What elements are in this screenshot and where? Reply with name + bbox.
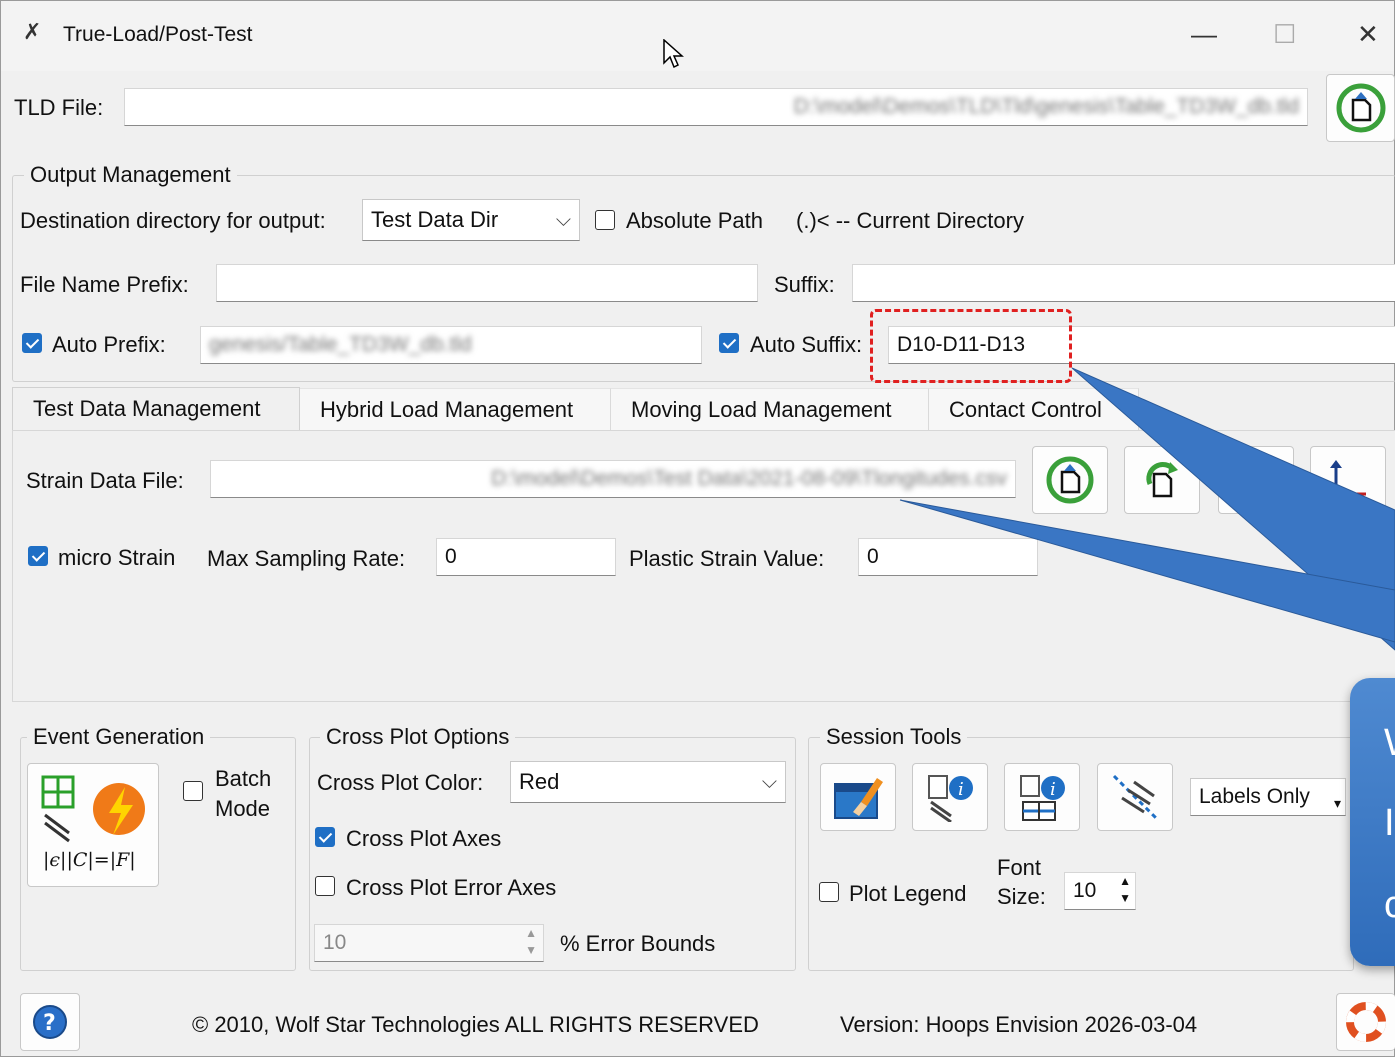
labels-dropdown[interactable]: Labels Only ▾: [1190, 778, 1346, 816]
cross-plot-color-label: Cross Plot Color:: [317, 770, 484, 795]
cross-plot-color-dropdown[interactable]: Red ⌵: [510, 761, 786, 803]
app-logo-icon: ✗: [23, 19, 42, 44]
gauge-info-icon: i: [928, 775, 973, 822]
tab-hybrid-load-management[interactable]: Hybrid Load Management: [300, 388, 611, 430]
current-directory-note: (.)< -- Current Directory: [796, 208, 1024, 233]
svg-text:?: ?: [43, 1011, 56, 1036]
mouse-cursor-icon: [663, 39, 684, 69]
auto-prefix-label: Auto Prefix:: [52, 332, 166, 357]
destination-value: Test Data Dir: [371, 207, 499, 232]
auto-prefix-checkbox[interactable]: [22, 333, 42, 353]
lifebuoy-icon: [1346, 1002, 1386, 1042]
svg-text:i: i: [1050, 779, 1056, 800]
maximize-button[interactable]: ☐: [1273, 19, 1296, 50]
help-button[interactable]: ?: [20, 993, 80, 1051]
chevron-down-icon: ⌵: [761, 771, 777, 793]
micro-strain-checkbox[interactable]: [28, 546, 48, 566]
table-info-button[interactable]: i: [1004, 763, 1080, 831]
max-sampling-rate-input[interactable]: 0: [436, 538, 616, 576]
auto-suffix-label: Auto Suffix:: [750, 332, 863, 357]
grid-lightning-icon: [41, 775, 145, 843]
error-bounds-label: % Error Bounds: [560, 931, 716, 956]
chevron-down-icon: ⌵: [555, 209, 571, 231]
clear-session-button[interactable]: [820, 763, 896, 831]
cross-plot-title: Cross Plot Options: [320, 724, 516, 750]
callout-box: W I c: [1350, 678, 1395, 966]
destination-dropdown[interactable]: Test Data Dir ⌵: [362, 199, 580, 241]
open-tld-button[interactable]: [1326, 74, 1395, 142]
font-size-value: 10: [1073, 879, 1097, 902]
minimize-button[interactable]: —: [1191, 19, 1217, 50]
error-bounds-value: 10: [323, 931, 347, 954]
title-bar: ✗ True-Load/Post-Test — ☐ ✕: [1, 1, 1394, 71]
error-bounds-spinner[interactable]: 10 ▲ ▼: [314, 924, 544, 962]
callout-letter-1: W: [1384, 722, 1395, 765]
plot-legend-label: Plot Legend: [849, 881, 967, 906]
event-generation-button[interactable]: |ϵ||C|=|F|: [27, 763, 159, 887]
help-icon: ?: [33, 1005, 67, 1039]
cross-plot-error-axes-checkbox[interactable]: [315, 876, 335, 896]
font-size-spinner[interactable]: 10 ▲ ▼: [1064, 872, 1136, 910]
dropdown-arrow-icon: ▾: [1333, 795, 1341, 811]
auto-prefix-value: genesis/Table_TD3W_db.tld: [209, 333, 472, 356]
cross-plot-axes-checkbox[interactable]: [315, 827, 335, 847]
font-label: Font: [997, 855, 1042, 880]
absolute-path-label: Absolute Path: [626, 208, 763, 233]
callout-letter-3: c: [1384, 884, 1395, 926]
auto-prefix-input[interactable]: genesis/Table_TD3W_db.tld: [200, 326, 702, 364]
formula-text: |ϵ||C|=|F|: [43, 849, 136, 871]
size-label: Size:: [997, 884, 1046, 909]
tld-file-path: D:\model\Demos\TLD\Tld\genesis\Table_TD3…: [793, 95, 1299, 118]
svg-text:i: i: [958, 779, 964, 800]
absolute-path-checkbox[interactable]: [595, 210, 615, 230]
suffix-label: Suffix:: [774, 272, 835, 297]
auto-suffix-checkbox[interactable]: [719, 333, 739, 353]
callout-arrows: [899, 367, 1395, 651]
close-button[interactable]: ✕: [1357, 19, 1379, 50]
support-button[interactable]: [1336, 993, 1395, 1051]
spinner-arrows-icon[interactable]: ▲ ▼: [525, 925, 537, 959]
gauge-info-button[interactable]: i: [912, 763, 988, 831]
micro-strain-label: micro Strain: [58, 545, 176, 570]
cross-plot-axes-label: Cross Plot Axes: [346, 826, 502, 851]
callout-letter-2: I: [1384, 802, 1395, 844]
gauge-line-icon: [1112, 774, 1158, 820]
event-generation-title: Event Generation: [27, 724, 211, 750]
tld-file-input[interactable]: D:\model\Demos\TLD\Tld\genesis\Table_TD3…: [124, 88, 1308, 126]
strain-file-label: Strain Data File:: [26, 468, 184, 493]
max-sampling-rate-label: Max Sampling Rate:: [207, 546, 406, 571]
session-tools-title: Session Tools: [820, 724, 968, 750]
cross-plot-color-value: Red: [519, 769, 560, 794]
tld-file-label: TLD File:: [14, 95, 104, 120]
cross-plot-error-axes-label: Cross Plot Error Axes: [346, 875, 557, 900]
eraser-icon: [834, 778, 883, 819]
mode-label: Mode: [215, 796, 271, 821]
output-management-title: Output Management: [24, 162, 237, 188]
tab-test-data-management[interactable]: Test Data Management: [12, 387, 300, 431]
window-title: True-Load/Post-Test: [63, 23, 253, 46]
labels-dropdown-value: Labels Only: [1199, 785, 1310, 808]
spinner-arrows-icon[interactable]: ▲ ▼: [1119, 873, 1131, 907]
batch-label: Batch: [215, 766, 272, 791]
batch-mode-checkbox[interactable]: [183, 781, 203, 801]
copyright-text: © 2010, Wolf Star Technologies ALL RIGHT…: [192, 1012, 759, 1037]
table-info-icon: i: [1020, 775, 1065, 821]
file-prefix-input[interactable]: [216, 264, 758, 302]
plastic-strain-label: Plastic Strain Value:: [629, 546, 825, 571]
plot-legend-checkbox[interactable]: [819, 882, 839, 902]
open-file-icon: [1336, 83, 1385, 133]
suffix-input[interactable]: [852, 264, 1395, 302]
file-prefix-label: File Name Prefix:: [20, 272, 189, 297]
gauge-line-button[interactable]: [1097, 763, 1173, 831]
destination-label: Destination directory for output:: [20, 208, 326, 233]
version-text: Version: Hoops Envision 2026-03-04: [840, 1012, 1198, 1037]
